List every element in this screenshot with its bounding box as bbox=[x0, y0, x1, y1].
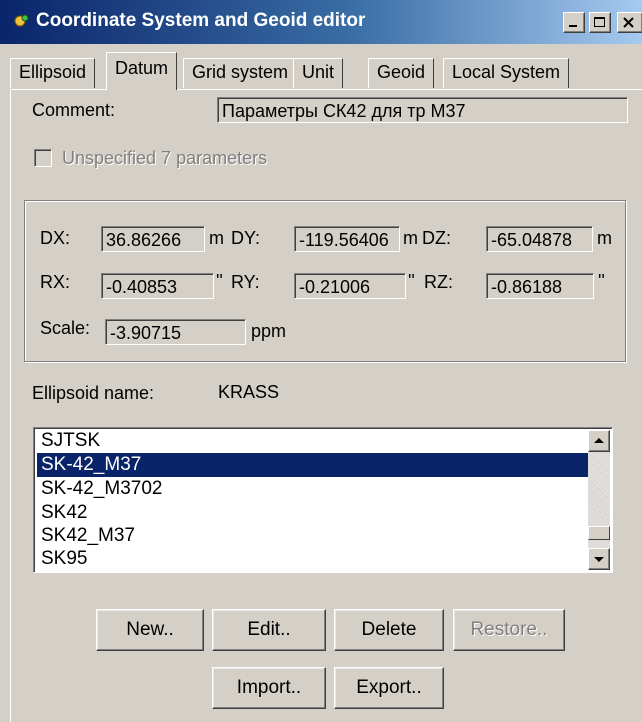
scale-label: Scale: bbox=[40, 318, 91, 338]
close-icon bbox=[623, 17, 634, 28]
restore-button[interactable]: Restore.. bbox=[453, 609, 565, 651]
list-item[interactable]: SK42 bbox=[37, 501, 597, 525]
minimize-button[interactable] bbox=[563, 12, 585, 33]
dy-unit: m bbox=[403, 228, 418, 248]
tab-unit[interactable]: Unit bbox=[293, 58, 344, 88]
tab-datum[interactable]: Datum bbox=[106, 52, 178, 90]
dz-unit: m bbox=[597, 228, 612, 248]
ry-field[interactable]: -0.21006 bbox=[294, 273, 406, 299]
unspecified-label: Unspecified 7 parameters bbox=[62, 148, 268, 168]
dy-label: DY: bbox=[231, 228, 261, 248]
dx-unit: m bbox=[209, 228, 224, 248]
list-item[interactable]: SJTSK bbox=[37, 429, 597, 453]
tab-geoid[interactable]: Geoid bbox=[368, 58, 435, 88]
comment-label: Comment: bbox=[32, 100, 116, 120]
comment-field[interactable]: Параметры СК42 для тр М37 bbox=[217, 97, 628, 123]
tab-ellipsoid[interactable]: Ellipsoid bbox=[10, 58, 96, 88]
export-button[interactable]: Export.. bbox=[334, 667, 444, 709]
app-icon bbox=[14, 14, 29, 27]
close-button[interactable] bbox=[617, 12, 642, 33]
rz-field[interactable]: -0.86188 bbox=[486, 273, 594, 299]
rx-unit: '' bbox=[216, 271, 223, 291]
dz-field[interactable]: -65.04878 bbox=[486, 226, 593, 252]
rz-label: RZ: bbox=[424, 272, 453, 292]
maximize-icon bbox=[594, 17, 605, 27]
scroll-thumb[interactable] bbox=[588, 526, 610, 540]
unspecified-checkbox[interactable] bbox=[34, 149, 52, 167]
delete-button[interactable]: Delete bbox=[334, 609, 444, 651]
list-item-selected[interactable]: SK-42_M37 bbox=[36, 452, 598, 478]
list-item[interactable]: SK-42_M3702 bbox=[37, 477, 597, 501]
scale-unit: ppm bbox=[251, 321, 287, 341]
rx-field[interactable]: -0.40853 bbox=[101, 273, 214, 299]
arrow-down-icon bbox=[594, 557, 604, 562]
ellipsoid-name-label: Ellipsoid name: bbox=[32, 383, 155, 403]
datum-list[interactable]: SJTSK SK-42_M37 SK-42_M3702 SK42 SK42_M3… bbox=[33, 427, 613, 573]
import-button[interactable]: Import.. bbox=[212, 667, 326, 709]
ellipsoid-name-value: KRASS bbox=[218, 382, 280, 402]
list-scrollbar[interactable] bbox=[588, 430, 610, 570]
edit-button[interactable]: Edit.. bbox=[212, 609, 326, 651]
scroll-up-button[interactable] bbox=[588, 430, 610, 452]
list-item[interactable]: SK42_M37 bbox=[37, 524, 597, 548]
tab-strip: Ellipsoid Datum Grid system Unit Geoid L… bbox=[0, 48, 642, 90]
tab-grid-system[interactable]: Grid system bbox=[183, 58, 298, 88]
minimize-icon bbox=[569, 25, 577, 27]
new-button[interactable]: New.. bbox=[96, 609, 204, 651]
dy-field[interactable]: -119.56406 bbox=[294, 226, 400, 252]
dz-label: DZ: bbox=[422, 228, 451, 248]
ry-unit: '' bbox=[408, 271, 415, 291]
rx-label: RX: bbox=[40, 272, 71, 292]
title-bar: Coordinate System and Geoid editor bbox=[0, 0, 642, 44]
dx-label: DX: bbox=[40, 228, 71, 248]
dx-field[interactable]: 36.86266 bbox=[101, 226, 205, 252]
ry-label: RY: bbox=[231, 272, 260, 292]
tab-local-system[interactable]: Local System bbox=[443, 58, 570, 88]
list-item[interactable]: SK95 bbox=[37, 547, 597, 571]
window-title: Coordinate System and Geoid editor bbox=[36, 10, 366, 31]
maximize-button[interactable] bbox=[589, 12, 611, 33]
arrow-up-icon bbox=[594, 438, 604, 443]
scroll-down-button[interactable] bbox=[588, 548, 610, 570]
scale-field[interactable]: -3.90715 bbox=[105, 319, 246, 345]
rz-unit: '' bbox=[598, 271, 605, 291]
